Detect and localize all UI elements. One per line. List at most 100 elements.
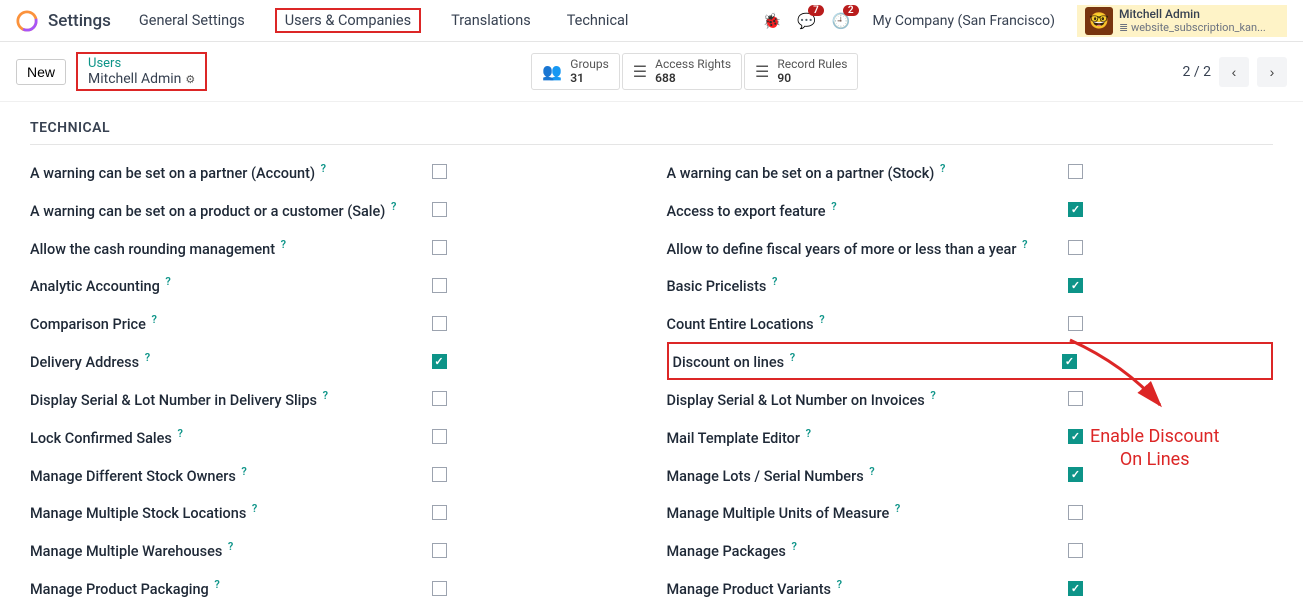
setting-label: Manage Packages ?	[667, 540, 1069, 560]
activities-icon[interactable]: 🕘2	[832, 12, 851, 30]
checkbox[interactable]	[432, 543, 447, 558]
setting-row: Manage Lots / Serial Numbers ?	[667, 456, 1274, 494]
checkbox[interactable]	[1068, 240, 1083, 255]
checkbox[interactable]	[432, 354, 447, 369]
checkbox[interactable]	[432, 278, 447, 293]
user-menu[interactable]: 🤓 Mitchell Admin ≣ website_subscription_…	[1077, 5, 1287, 37]
company-selector[interactable]: My Company (San Francisco)	[873, 13, 1055, 29]
help-icon[interactable]: ?	[177, 427, 182, 440]
help-icon[interactable]: ?	[145, 351, 150, 364]
help-icon[interactable]: ?	[819, 313, 824, 326]
help-icon[interactable]: ?	[323, 389, 328, 402]
stat-record-rules[interactable]: ☰Record Rules90	[744, 53, 858, 89]
menu-item-general-settings[interactable]: General Settings	[133, 8, 251, 33]
stat-icon: 👥	[542, 62, 562, 81]
help-icon[interactable]: ?	[930, 389, 935, 402]
help-icon[interactable]: ?	[152, 313, 157, 326]
help-icon[interactable]: ?	[252, 502, 257, 515]
stat-access-rights[interactable]: ☰Access Rights688	[622, 53, 742, 89]
checkbox[interactable]	[432, 202, 447, 217]
setting-label: Access to export feature ?	[667, 200, 1069, 220]
stat-groups[interactable]: 👥Groups31	[531, 53, 619, 89]
setting-row: Count Entire Locations ?	[667, 304, 1274, 342]
setting-label: Manage Product Variants ?	[667, 578, 1069, 598]
checkbox[interactable]	[432, 467, 447, 482]
checkbox[interactable]	[1068, 467, 1083, 482]
setting-label: A warning can be set on a partner (Stock…	[667, 162, 1069, 182]
messages-icon[interactable]: 💬7	[797, 12, 816, 30]
help-icon[interactable]: ?	[806, 427, 811, 440]
help-icon[interactable]: ?	[1022, 238, 1027, 251]
setting-label: Basic Pricelists ?	[667, 275, 1069, 295]
help-icon[interactable]: ?	[831, 200, 836, 213]
setting-row: Display Serial & Lot Number on Invoices …	[667, 380, 1274, 418]
setting-label: Analytic Accounting ?	[30, 275, 432, 295]
checkbox[interactable]	[1068, 391, 1083, 406]
checkbox[interactable]	[432, 581, 447, 596]
help-icon[interactable]: ?	[940, 162, 945, 175]
menu-item-users-companies[interactable]: Users & Companies	[275, 8, 421, 33]
setting-row: A warning can be set on a partner (Stock…	[667, 153, 1274, 191]
checkbox[interactable]	[1068, 278, 1083, 293]
setting-row: Manage Multiple Units of Measure ?	[667, 493, 1274, 531]
user-subtitle: ≣ website_subscription_kan...	[1119, 21, 1266, 34]
help-icon[interactable]: ?	[321, 162, 326, 175]
stat-icon: ☰	[633, 62, 647, 81]
checkbox[interactable]	[1068, 164, 1083, 179]
checkbox[interactable]	[1068, 505, 1083, 520]
help-icon[interactable]: ?	[228, 540, 233, 553]
setting-label: Lock Confirmed Sales ?	[30, 427, 432, 447]
help-icon[interactable]: ?	[165, 275, 170, 288]
pager-prev-button[interactable]: ‹	[1219, 57, 1249, 87]
user-name: Mitchell Admin	[1119, 7, 1266, 21]
checkbox[interactable]	[432, 429, 447, 444]
help-icon[interactable]: ?	[281, 238, 286, 251]
setting-row: Manage Different Stock Owners ?	[30, 456, 637, 494]
setting-label: A warning can be set on a partner (Accou…	[30, 162, 432, 182]
menu-item-technical[interactable]: Technical	[561, 8, 635, 33]
setting-row: Access to export feature ?	[667, 191, 1274, 229]
help-icon[interactable]: ?	[391, 200, 396, 213]
setting-row: Display Serial & Lot Number in Delivery …	[30, 380, 637, 418]
breadcrumb-link-users[interactable]: Users	[88, 56, 195, 71]
breadcrumb-current: Mitchell Admin ⚙	[88, 71, 195, 87]
checkbox[interactable]	[432, 164, 447, 179]
help-icon[interactable]: ?	[214, 578, 219, 591]
checkbox[interactable]	[1068, 429, 1083, 444]
setting-row: A warning can be set on a partner (Accou…	[30, 153, 637, 191]
checkbox[interactable]	[1062, 354, 1077, 369]
new-button[interactable]: New	[16, 59, 66, 85]
checkbox[interactable]	[432, 316, 447, 331]
section-title: TECHNICAL	[30, 112, 1273, 145]
activities-badge: 2	[843, 5, 859, 16]
setting-label: Allow to define fiscal years of more or …	[667, 238, 1069, 258]
control-panel: New Users Mitchell Admin ⚙ 👥Groups31☰Acc…	[0, 42, 1303, 102]
form-content: TECHNICAL A warning can be set on a part…	[0, 102, 1303, 612]
setting-row: Manage Push and Pull inventory flows ?	[30, 607, 637, 612]
checkbox[interactable]	[1068, 202, 1083, 217]
setting-label: Delivery Address ?	[30, 351, 432, 371]
setting-label: Mail Template Editor ?	[667, 427, 1069, 447]
checkbox[interactable]	[1068, 316, 1083, 331]
pager-next-button[interactable]: ›	[1257, 57, 1287, 87]
checkbox[interactable]	[432, 240, 447, 255]
app-title: Settings	[48, 11, 111, 31]
help-icon[interactable]: ?	[772, 275, 777, 288]
setting-row: Allow to define fiscal years of more or …	[667, 229, 1274, 267]
left-column: A warning can be set on a partner (Accou…	[30, 153, 637, 612]
checkbox[interactable]	[1068, 581, 1083, 596]
help-icon[interactable]: ?	[791, 540, 796, 553]
checkbox[interactable]	[432, 391, 447, 406]
checkbox[interactable]	[1068, 543, 1083, 558]
gear-icon[interactable]: ⚙	[185, 73, 195, 86]
help-icon[interactable]: ?	[895, 502, 900, 515]
help-icon[interactable]: ?	[241, 465, 246, 478]
breadcrumb: Users Mitchell Admin ⚙	[76, 52, 207, 91]
checkbox[interactable]	[432, 505, 447, 520]
help-icon[interactable]: ?	[837, 578, 842, 591]
right-column: A warning can be set on a partner (Stock…	[667, 153, 1274, 612]
help-icon[interactable]: ?	[869, 465, 874, 478]
menu-item-translations[interactable]: Translations	[445, 8, 537, 33]
help-icon[interactable]: ?	[790, 351, 795, 364]
bug-icon[interactable]: 🐞	[762, 12, 781, 30]
